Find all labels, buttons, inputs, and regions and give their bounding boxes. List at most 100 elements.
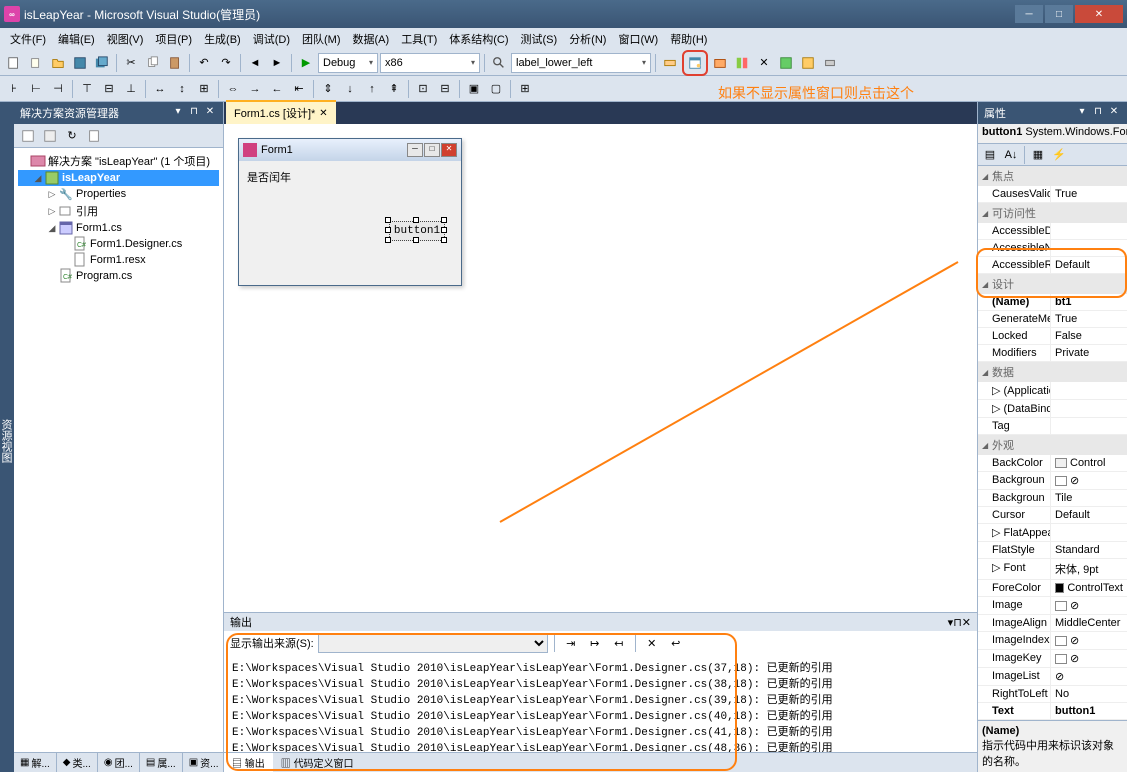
tree-form1-designer-node[interactable]: C# Form1.Designer.cs <box>18 236 219 252</box>
menu-view[interactable]: 视图(V) <box>101 29 150 49</box>
prop-row[interactable]: ImageKey ⊘ <box>978 650 1127 668</box>
form-close-button[interactable]: ✕ <box>441 143 457 157</box>
add-item-button[interactable] <box>26 53 46 73</box>
form-designer[interactable]: Form1 ─ □ ✕ 是否闰年 button1 <box>224 124 977 612</box>
output-goto-button[interactable]: ⇥ <box>561 633 581 653</box>
center-v-button[interactable]: ⊟ <box>435 79 455 99</box>
selection-handle[interactable] <box>385 227 391 233</box>
prop-row[interactable]: Tag <box>978 418 1127 435</box>
copy-button[interactable] <box>143 53 163 73</box>
prop-row[interactable]: CausesValidTrue <box>978 186 1127 203</box>
panel-close-button[interactable]: ✕ <box>1107 106 1121 120</box>
prop-category-data[interactable]: ◢数据 <box>978 362 1127 382</box>
toolbar-button-4[interactable] <box>776 53 796 73</box>
new-project-button[interactable] <box>4 53 24 73</box>
props-props-button[interactable]: ▦ <box>1028 145 1048 165</box>
se-viewcode-button[interactable] <box>84 126 104 146</box>
prop-row[interactable]: RightToLeftNo <box>978 686 1127 703</box>
find-button[interactable] <box>489 53 509 73</box>
prop-row[interactable]: BackgrounTile <box>978 490 1127 507</box>
same-size-button[interactable]: ⊞ <box>194 79 214 99</box>
align-left-button[interactable]: ⊦ <box>4 79 24 99</box>
output-wrap-button[interactable]: ↩ <box>666 633 686 653</box>
menu-project[interactable]: 项目(P) <box>149 29 198 49</box>
prop-row[interactable]: ▷ (DataBindin <box>978 400 1127 418</box>
toolbar-button-5[interactable] <box>798 53 818 73</box>
prop-row[interactable]: FlatStyleStandard <box>978 542 1127 559</box>
paste-button[interactable] <box>165 53 185 73</box>
properties-grid[interactable]: ◢焦点 CausesValidTrue ◢可访问性 AccessibleD Ac… <box>978 166 1127 720</box>
align-bottom-button[interactable]: ⊥ <box>121 79 141 99</box>
output-tab-codedef[interactable]: ▥ 代码定义窗口 <box>273 753 362 772</box>
align-center-button[interactable]: ⊢ <box>26 79 46 99</box>
menu-data[interactable]: 数据(A) <box>347 29 396 49</box>
prop-row-name[interactable]: (Name)bt1 <box>978 294 1127 311</box>
toolbar-button-3[interactable]: ✕ <box>754 53 774 73</box>
prop-category-accessibility[interactable]: ◢可访问性 <box>978 203 1127 223</box>
tree-program-node[interactable]: C# Program.cs <box>18 268 219 284</box>
solution-tree[interactable]: 解决方案 "isLeapYear" (1 个项目) ◢ isLeapYear ▷… <box>14 148 223 752</box>
selection-handle[interactable] <box>413 237 419 243</box>
align-middle-button[interactable]: ⊟ <box>99 79 119 99</box>
form-minimize-button[interactable]: ─ <box>407 143 423 157</box>
prop-row[interactable]: ImageAlignMiddleCenter <box>978 615 1127 632</box>
cut-button[interactable]: ✂ <box>121 53 141 73</box>
selection-handle[interactable] <box>441 227 447 233</box>
tree-form1-resx-node[interactable]: Form1.resx <box>18 252 219 268</box>
tree-project-node[interactable]: ◢ isLeapYear <box>18 170 219 186</box>
hspace-inc-button[interactable]: → <box>245 79 265 99</box>
prop-row[interactable]: ▷ FlatAppeara <box>978 524 1127 542</box>
close-button[interactable]: ✕ <box>1075 5 1123 23</box>
menu-build[interactable]: 生成(B) <box>198 29 247 49</box>
vspace-dec-button[interactable]: ↑ <box>362 79 382 99</box>
props-categorized-button[interactable]: ▤ <box>980 145 1000 165</box>
nav-forward-button[interactable]: ► <box>267 53 287 73</box>
selection-handle[interactable] <box>441 237 447 243</box>
panel-pin-button[interactable]: ⊓ <box>1091 106 1105 120</box>
tab-order-button[interactable]: ⊞ <box>515 79 535 99</box>
start-debug-button[interactable]: ▶ <box>296 53 316 73</box>
panel-pin-button[interactable]: ⊓ <box>187 106 201 120</box>
props-alpha-button[interactable]: A↓ <box>1001 145 1021 165</box>
hspace-equal-button[interactable]: ⇔ <box>223 79 243 99</box>
save-button[interactable] <box>70 53 90 73</box>
menu-analyze[interactable]: 分析(N) <box>563 29 612 49</box>
tree-references-node[interactable]: ▷ 引用 <box>18 202 219 220</box>
doc-tab-form1[interactable]: Form1.cs [设计]* ✕ <box>226 100 336 124</box>
doc-tab-close-button[interactable]: ✕ <box>319 108 327 119</box>
vspace-inc-button[interactable]: ↓ <box>340 79 360 99</box>
toolbar-button[interactable] <box>660 53 680 73</box>
tree-form1-node[interactable]: ◢ Form1.cs <box>18 220 219 236</box>
btab-res[interactable]: ▣资... <box>183 753 226 772</box>
prop-row[interactable]: CursorDefault <box>978 507 1127 524</box>
prop-row[interactable]: ▷ (Application <box>978 382 1127 400</box>
menu-test[interactable]: 测试(S) <box>515 29 564 49</box>
form-client-area[interactable]: 是否闰年 button1 <box>239 161 461 285</box>
tree-toggle-icon[interactable]: ◢ <box>32 173 44 184</box>
tree-toggle-icon[interactable]: ▷ <box>46 189 58 200</box>
selection-handle[interactable] <box>385 237 391 243</box>
vspace-remove-button[interactable]: ⇞ <box>384 79 404 99</box>
maximize-button[interactable]: □ <box>1045 5 1073 23</box>
btab-solution[interactable]: ▦解... <box>14 753 57 772</box>
prop-row[interactable]: ImageIndex ⊘ <box>978 632 1127 650</box>
se-showall-button[interactable] <box>40 126 60 146</box>
toolbox-button[interactable] <box>710 53 730 73</box>
selection-handle[interactable] <box>413 217 419 223</box>
hspace-dec-button[interactable]: ← <box>267 79 287 99</box>
prop-row[interactable]: AccessibleD <box>978 223 1127 240</box>
align-top-button[interactable]: ⊤ <box>77 79 97 99</box>
center-h-button[interactable]: ⊡ <box>413 79 433 99</box>
prop-category-focus[interactable]: ◢焦点 <box>978 166 1127 186</box>
panel-dropdown-button[interactable]: ▾ <box>1075 106 1089 120</box>
panel-pin-button[interactable]: ⊓ <box>953 616 962 629</box>
prop-row[interactable]: AccessibleRDefault <box>978 257 1127 274</box>
prop-row[interactable]: LockedFalse <box>978 328 1127 345</box>
same-width-button[interactable]: ↔ <box>150 79 170 99</box>
output-source-select[interactable] <box>318 633 548 653</box>
prop-row[interactable]: Image ⊘ <box>978 597 1127 615</box>
prop-row[interactable]: Textbutton1 <box>978 703 1127 720</box>
prop-row[interactable]: AccessibleN <box>978 240 1127 257</box>
align-right-button[interactable]: ⊣ <box>48 79 68 99</box>
panel-close-button[interactable]: ✕ <box>203 106 217 120</box>
